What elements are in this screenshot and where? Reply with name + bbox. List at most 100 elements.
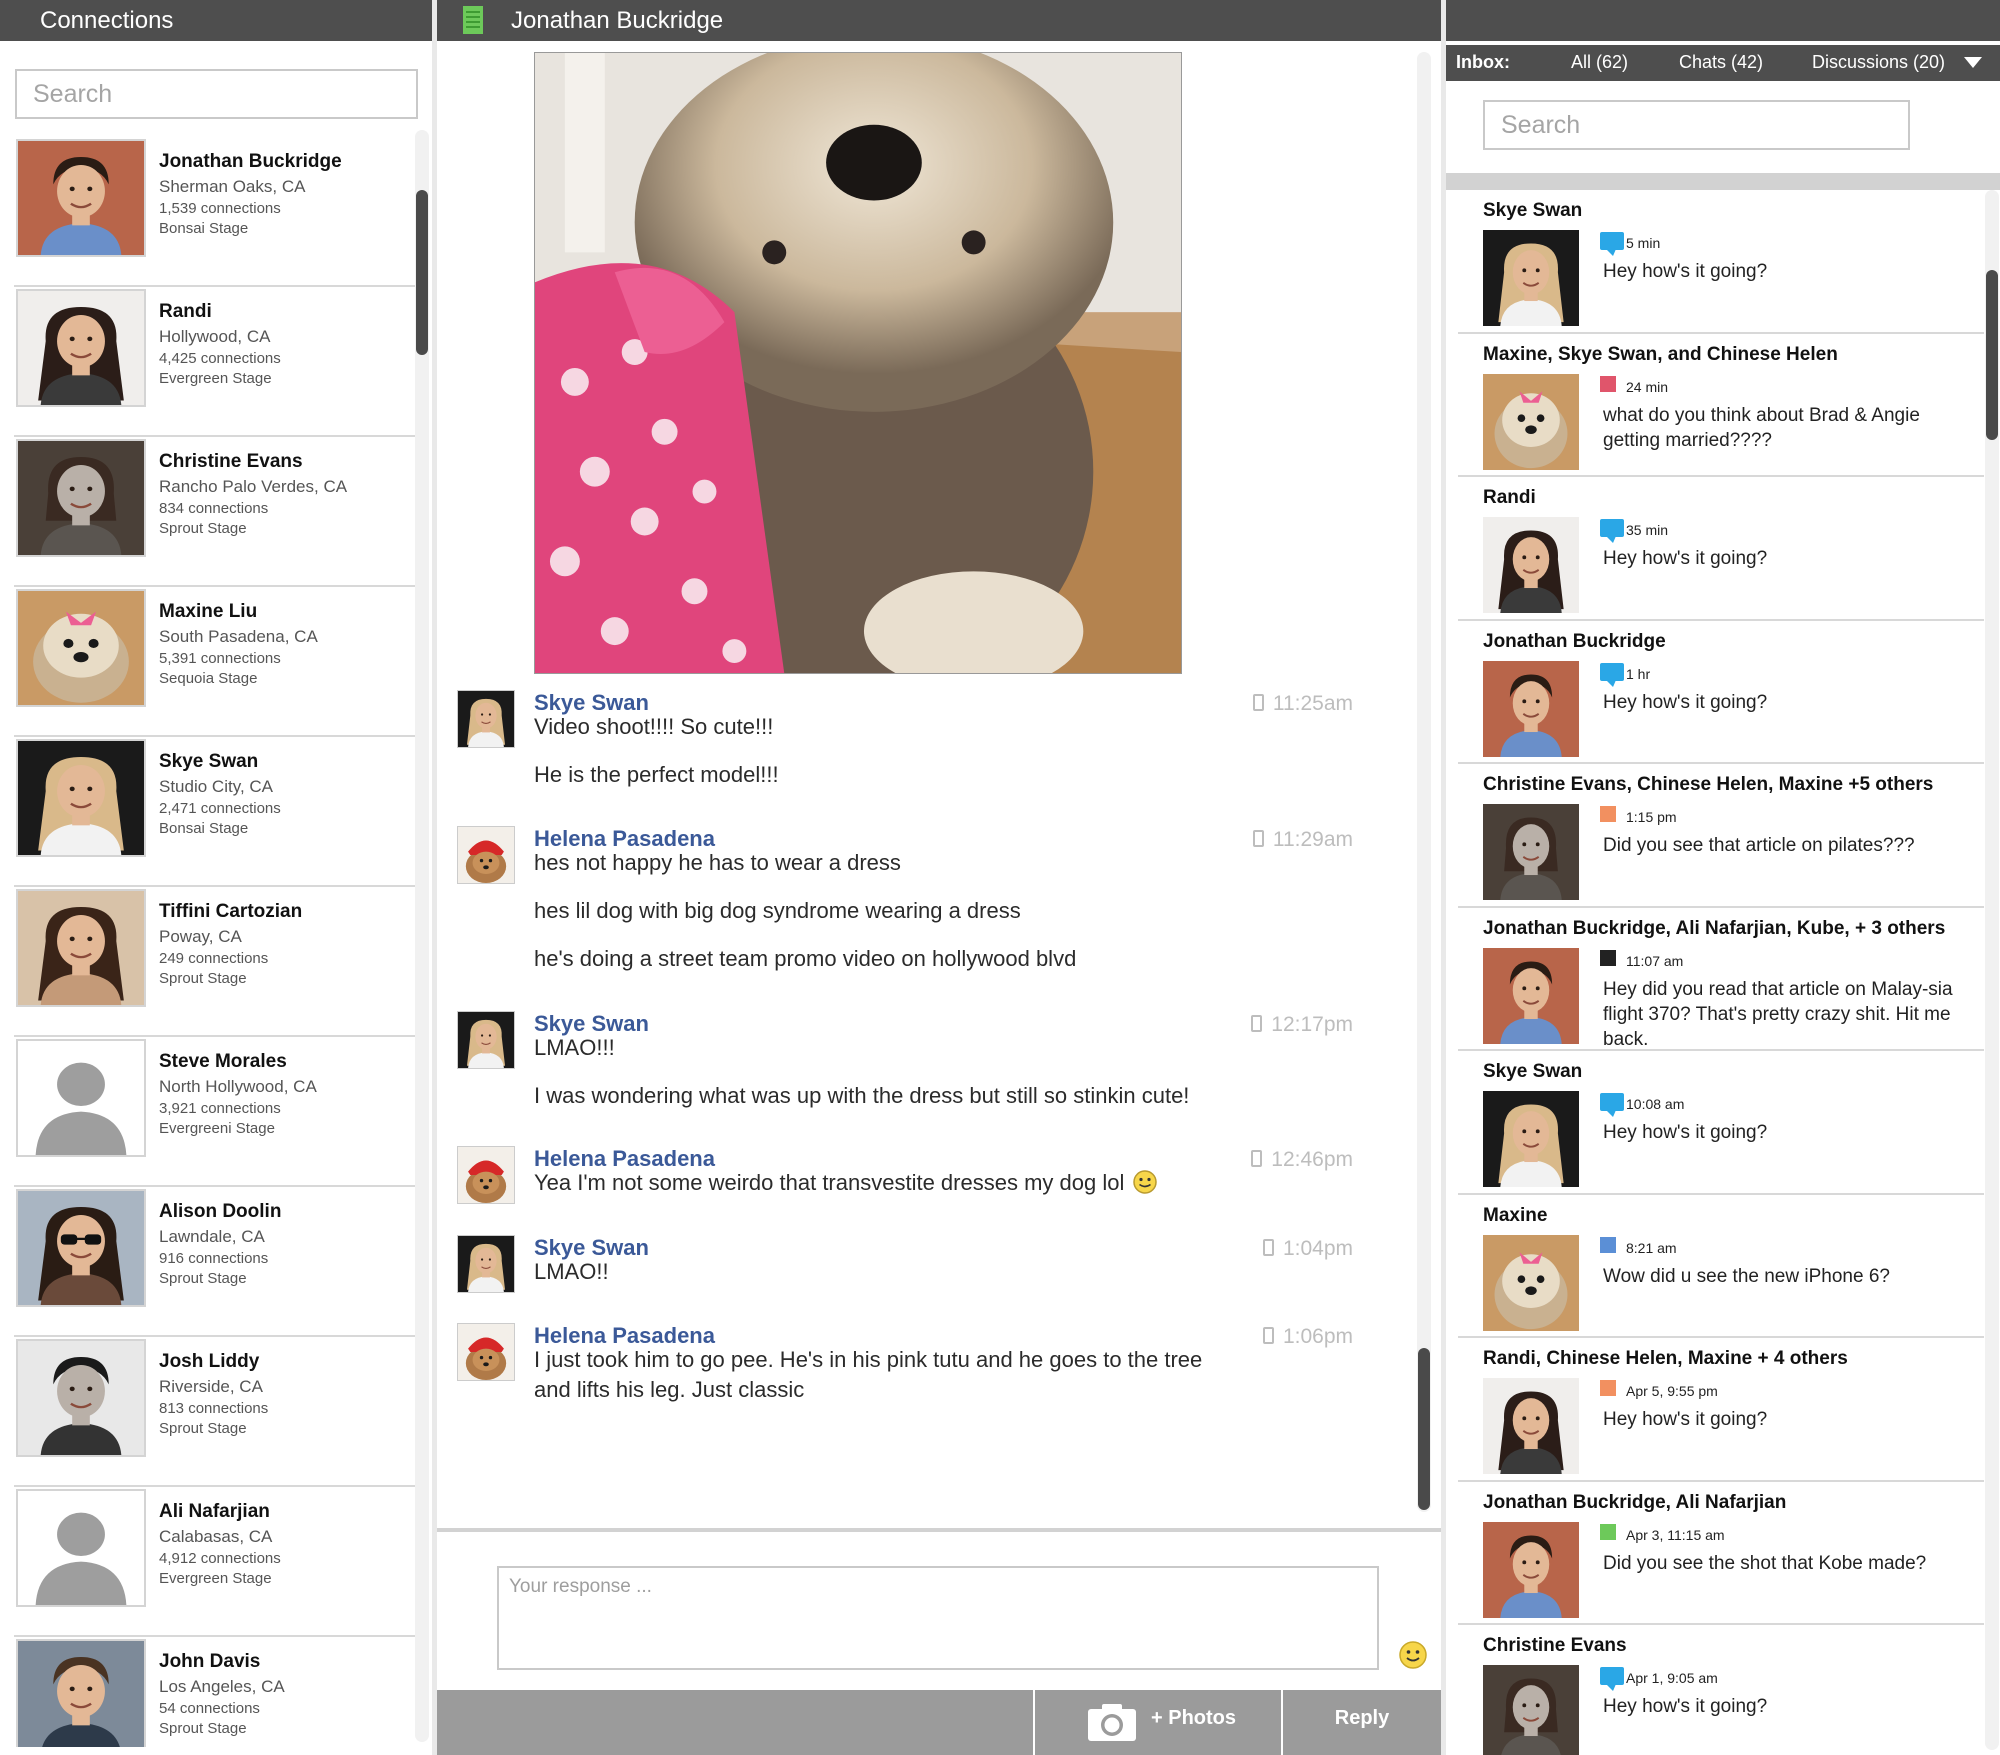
- inbox-thread[interactable]: Jonathan Buckridge, Ali Nafarjian Apr 3, …: [1458, 1482, 1984, 1625]
- contact-name[interactable]: Skye Swan: [159, 751, 281, 773]
- conversation-title: Jonathan Buckridge: [511, 7, 724, 34]
- avatar[interactable]: [457, 1146, 515, 1204]
- thread-title[interactable]: Jonathan Buckridge, Ali Nafarjian: [1483, 1492, 1786, 1514]
- inbox-thread[interactable]: Skye Swan 5 min Hey how's it going?: [1458, 190, 1984, 334]
- avatar[interactable]: [457, 690, 515, 748]
- avatar[interactable]: [16, 739, 146, 857]
- conversation-scrollbar[interactable]: [1417, 52, 1431, 1512]
- thread-title[interactable]: Skye Swan: [1483, 1061, 1582, 1083]
- add-photos-button[interactable]: + Photos: [1033, 1690, 1283, 1755]
- contact-name[interactable]: Josh Liddy: [159, 1351, 268, 1373]
- contact-row[interactable]: Ali Nafarjian Calabasas, CA 4,912 connecti…: [14, 1487, 416, 1637]
- avatar[interactable]: [1483, 1665, 1579, 1755]
- avatar[interactable]: [16, 439, 146, 557]
- emoji-smiley-icon[interactable]: [1398, 1640, 1428, 1670]
- filter-all-tab[interactable]: All (62): [1571, 52, 1628, 73]
- avatar[interactable]: [457, 826, 515, 884]
- connections-scrollbar[interactable]: [415, 130, 429, 1742]
- avatar[interactable]: [1483, 947, 1579, 1044]
- thread-title[interactable]: Jonathan Buckridge: [1483, 631, 1666, 653]
- avatar[interactable]: [457, 1235, 515, 1293]
- contact-info: Alison Doolin Lawndale, CA 916 connections…: [159, 1201, 281, 1290]
- message-text: LMAO!!!: [534, 1033, 1294, 1063]
- avatar[interactable]: [16, 889, 146, 1007]
- contact-name[interactable]: Tiffini Cartozian: [159, 901, 302, 923]
- contact-name[interactable]: Ali Nafarjian: [159, 1501, 281, 1523]
- contact-location: Rancho Palo Verdes, CA: [159, 477, 348, 496]
- inbox-thread[interactable]: Maxine, Skye Swan, and Chinese Helen 24 m…: [1458, 334, 1984, 477]
- contact-row[interactable]: Alison Doolin Lawndale, CA 916 connections…: [14, 1187, 416, 1337]
- response-input[interactable]: Your response ...: [497, 1566, 1379, 1670]
- avatar[interactable]: [457, 1011, 515, 1069]
- inbox-thread[interactable]: Randi 35 min Hey how's it going?: [1458, 477, 1984, 621]
- discussion-icon: [1600, 949, 1616, 966]
- avatar[interactable]: [1483, 1521, 1579, 1618]
- avatar[interactable]: [16, 1339, 146, 1457]
- inbox-thread[interactable]: Christine Evans Apr 1, 9:05 am Hey how's i…: [1458, 1625, 1984, 1755]
- inbox-thread[interactable]: Christine Evans, Chinese Helen, Maxine +…: [1458, 764, 1984, 908]
- avatar[interactable]: [1483, 517, 1579, 613]
- thread-title[interactable]: Randi: [1483, 487, 1536, 509]
- contact-row[interactable]: Randi Hollywood, CA 4,425 connections Everg…: [14, 287, 416, 437]
- avatar[interactable]: [16, 1639, 146, 1747]
- inbox-search-input[interactable]: Search: [1483, 100, 1910, 150]
- contact-location: Hollywood, CA: [159, 327, 271, 346]
- thread-title[interactable]: Skye Swan: [1483, 200, 1582, 222]
- avatar[interactable]: [16, 289, 146, 407]
- contact-row[interactable]: Maxine Liu South Pasadena, CA 5,391 connec…: [14, 587, 416, 737]
- contact-name[interactable]: Christine Evans: [159, 451, 347, 473]
- contact-name[interactable]: Jonathan Buckridge: [159, 151, 342, 173]
- thread-title[interactable]: Jonathan Buckridge, Ali Nafarjian, Kube,…: [1483, 918, 1945, 940]
- contact-name[interactable]: Randi: [159, 301, 281, 323]
- contact-row[interactable]: Steve Morales North Hollywood, CA 3,921 co…: [14, 1037, 416, 1187]
- shared-dog-photo[interactable]: [534, 52, 1182, 674]
- avatar[interactable]: [1483, 230, 1579, 326]
- scrollbar-thumb[interactable]: [1986, 270, 1998, 440]
- chevron-down-icon[interactable]: [1964, 57, 1982, 68]
- reply-button[interactable]: Reply: [1283, 1690, 1441, 1755]
- avatar[interactable]: [1483, 660, 1579, 757]
- avatar[interactable]: [1483, 1234, 1579, 1331]
- contact-row[interactable]: Tiffini Cartozian Poway, CA 249 connection…: [14, 887, 416, 1037]
- contact-name[interactable]: Alison Doolin: [159, 1201, 281, 1223]
- avatar[interactable]: [1483, 1378, 1579, 1474]
- thread-preview: what do you think about Brad & Angie get…: [1603, 404, 1920, 451]
- avatar[interactable]: [457, 1323, 515, 1381]
- avatar[interactable]: [1483, 1091, 1579, 1187]
- inbox-thread[interactable]: Jonathan Buckridge, Ali Nafarjian, Kube,…: [1458, 908, 1984, 1051]
- contact-row[interactable]: John Davis Los Angeles, CA 54 connections S…: [14, 1637, 416, 1747]
- thread-title[interactable]: Randi, Chinese Helen, Maxine + 4 others: [1483, 1348, 1848, 1370]
- thread-title[interactable]: Christine Evans, Chinese Helen, Maxine +…: [1483, 774, 1933, 796]
- avatar[interactable]: [16, 1489, 146, 1607]
- filter-discussions-tab[interactable]: Discussions (20): [1812, 52, 1945, 73]
- contact-name[interactable]: Steve Morales: [159, 1051, 317, 1073]
- connections-search-input[interactable]: Search: [15, 69, 418, 119]
- dog-in-pink-dress-image: [535, 53, 1181, 673]
- contact-name[interactable]: Maxine Liu: [159, 601, 318, 623]
- filter-chats-tab[interactable]: Chats (42): [1679, 52, 1763, 73]
- contact-row[interactable]: Christine Evans Rancho Palo Verdes, CA 834…: [14, 437, 416, 587]
- contact-row[interactable]: Jonathan Buckridge Sherman Oaks, CA 1,539 …: [14, 137, 416, 287]
- avatar[interactable]: [16, 139, 146, 257]
- inbox-thread[interactable]: Jonathan Buckridge 1 hr Hey how's it going…: [1458, 621, 1984, 764]
- scrollbar-thumb[interactable]: [416, 190, 428, 355]
- inbox-filter-bar: Inbox: All (62) Chats (42) Discussions (…: [1446, 45, 2000, 81]
- contact-info: Jonathan Buckridge Sherman Oaks, CA 1,539 …: [159, 151, 342, 240]
- contact-row[interactable]: Josh Liddy Riverside, CA 813 connections Sp…: [14, 1337, 416, 1487]
- avatar[interactable]: [1483, 804, 1579, 900]
- thread-title[interactable]: Maxine, Skye Swan, and Chinese Helen: [1483, 344, 1838, 366]
- inbox-scrollbar[interactable]: [1985, 190, 1999, 1750]
- avatar[interactable]: [16, 1039, 146, 1157]
- avatar[interactable]: [1483, 373, 1579, 470]
- device-icon: [1252, 694, 1264, 711]
- inbox-thread[interactable]: Maxine 8:21 am Wow did u see the new iPhon…: [1458, 1195, 1984, 1338]
- inbox-thread[interactable]: Skye Swan 10:08 am Hey how's it going?: [1458, 1051, 1984, 1195]
- contact-row[interactable]: Skye Swan Studio City, CA 2,471 connection…: [14, 737, 416, 887]
- inbox-thread[interactable]: Randi, Chinese Helen, Maxine + 4 others A…: [1458, 1338, 1984, 1482]
- avatar[interactable]: [16, 1189, 146, 1307]
- scrollbar-thumb[interactable]: [1418, 1348, 1430, 1510]
- thread-title[interactable]: Christine Evans: [1483, 1635, 1627, 1657]
- avatar[interactable]: [16, 589, 146, 707]
- thread-title[interactable]: Maxine: [1483, 1205, 1547, 1227]
- contact-name[interactable]: John Davis: [159, 1651, 285, 1673]
